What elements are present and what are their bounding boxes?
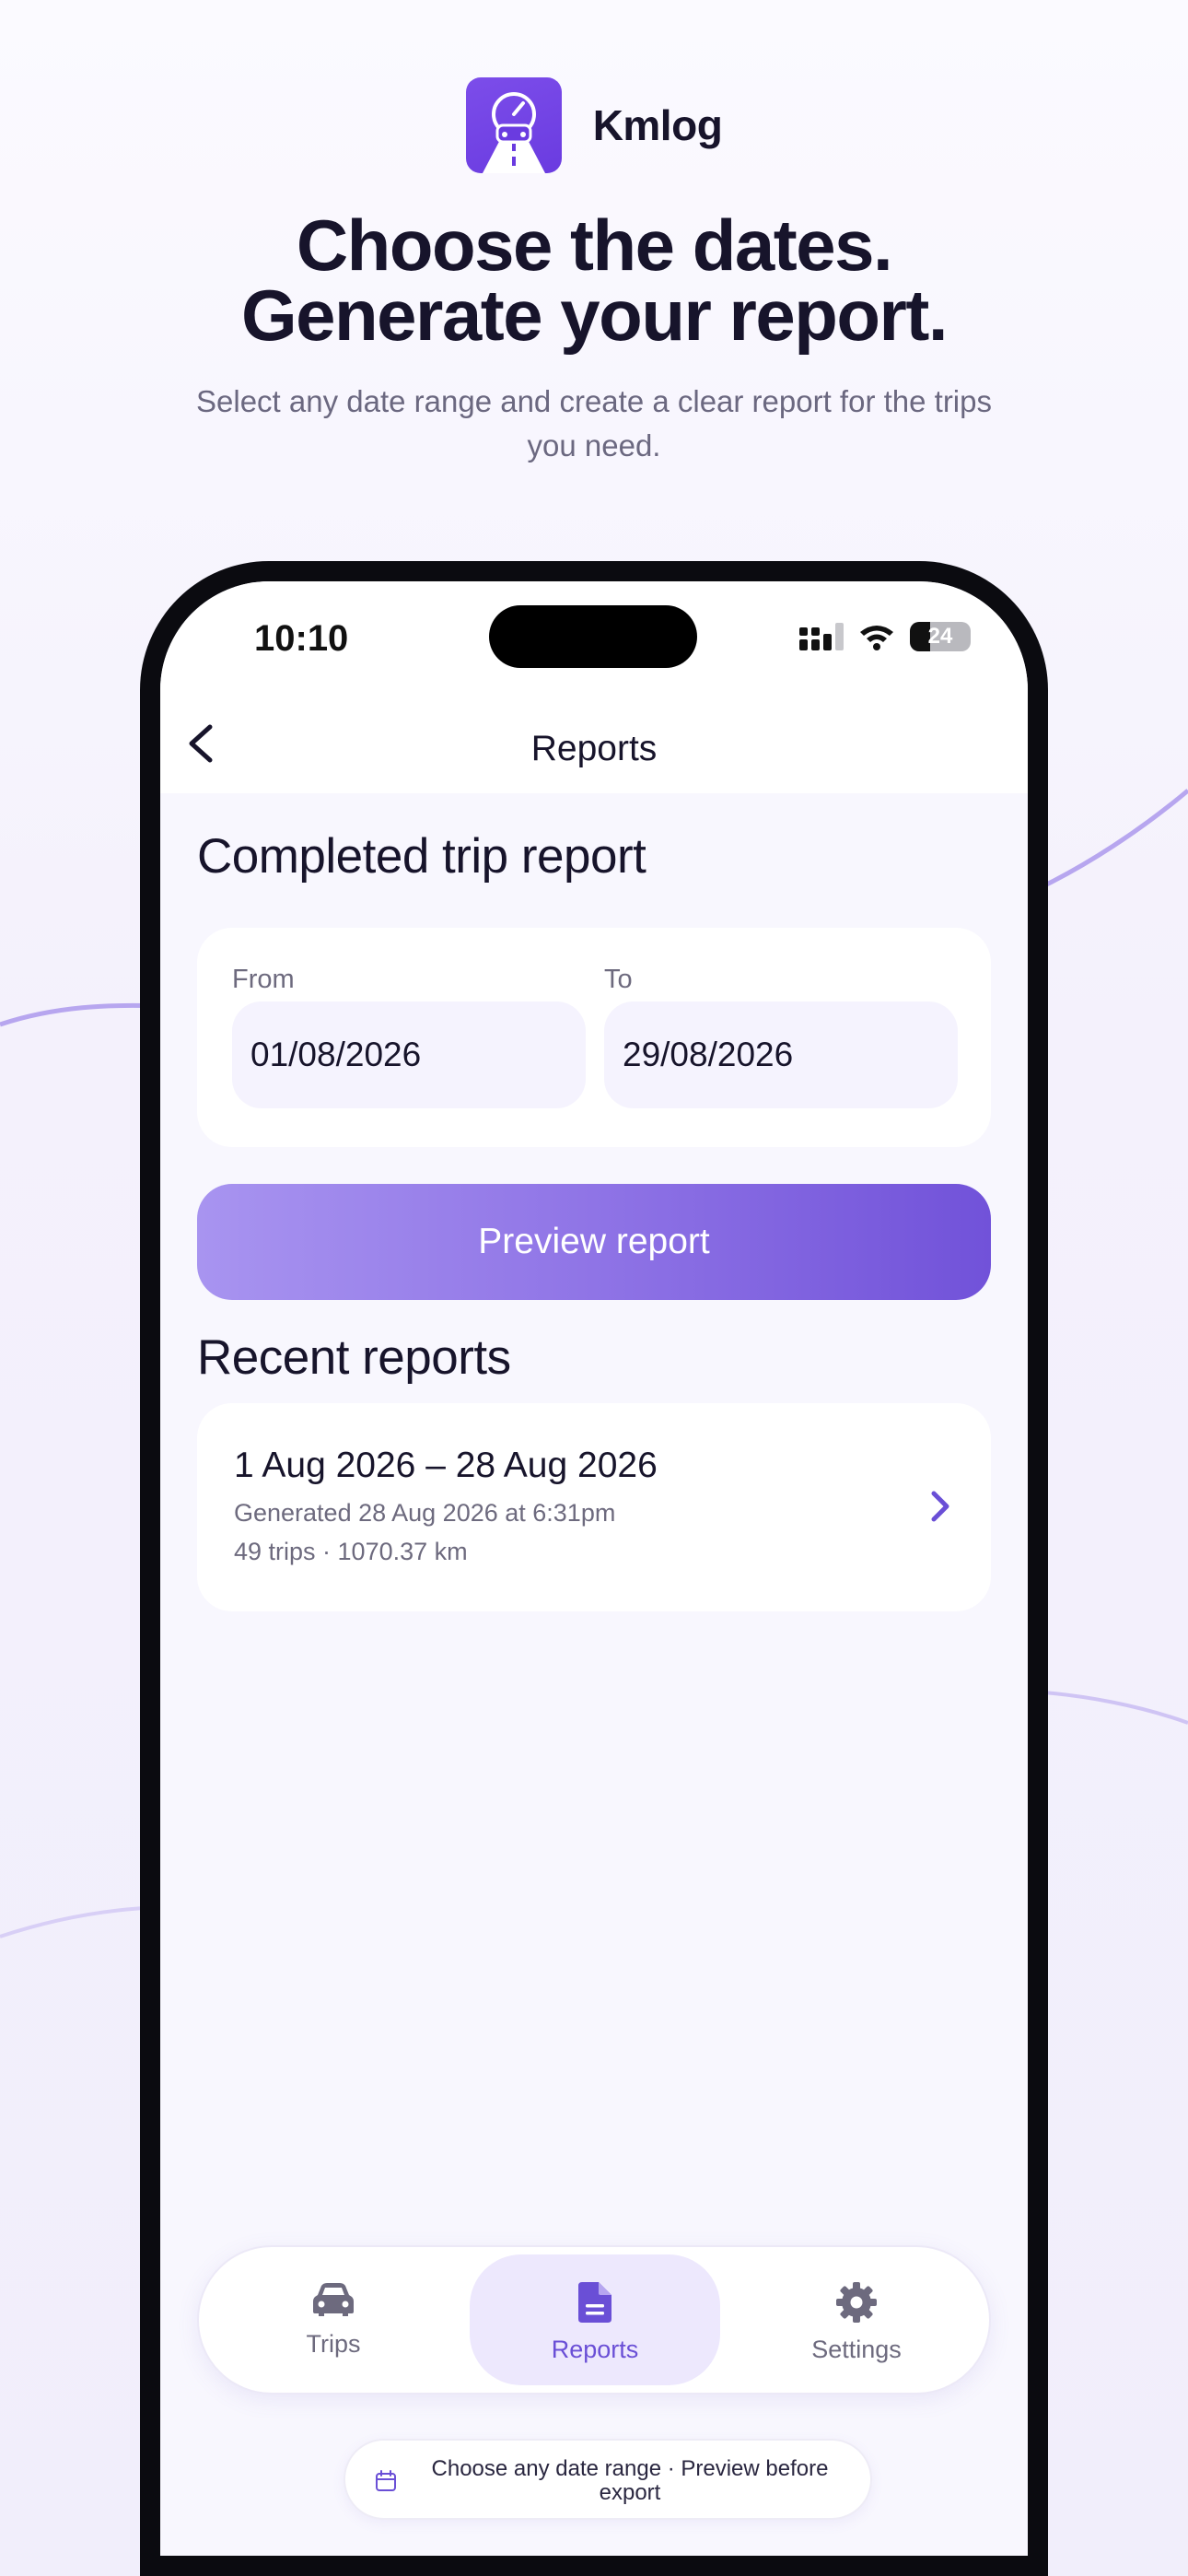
report-date-range: 1 Aug 2026 – 28 Aug 2026 (234, 1446, 658, 1485)
recent-report-item[interactable]: 1 Aug 2026 – 28 Aug 2026 Generated 28 Au… (197, 1403, 991, 1611)
headline-line-1: Choose the dates. (296, 205, 893, 286)
cellular-signal-icon (799, 623, 844, 650)
tab-bar: Trips Reports Settings (197, 2245, 991, 2395)
app-logo-icon (465, 77, 562, 173)
wifi-icon (860, 626, 893, 650)
marketing-headline: Choose the dates. Generate your report. (0, 205, 1188, 356)
calendar-icon (376, 2470, 396, 2491)
chevron-right-icon (931, 1491, 949, 1522)
hint-pill: Choose any date range · Preview before e… (344, 2439, 872, 2520)
dynamic-island (489, 605, 697, 668)
to-label: To (604, 965, 633, 994)
from-date-field[interactable]: 01/08/2026 (232, 1001, 586, 1108)
to-date-field[interactable]: 29/08/2026 (604, 1001, 958, 1108)
car-icon (313, 2283, 354, 2316)
tab-reports-label: Reports (551, 2336, 639, 2363)
status-time: 10:10 (254, 618, 349, 659)
completed-report-title: Completed trip report (197, 829, 646, 884)
report-generated: Generated 28 Aug 2026 at 6:31pm (234, 1499, 616, 1527)
phone-frame: 10:10 24 Reports Completed trip report F… (140, 561, 1048, 2576)
document-icon (578, 2282, 611, 2323)
brand-header: Kmlog (0, 77, 1188, 173)
phone-screen: 10:10 24 Reports Completed trip report F… (160, 581, 1028, 2556)
hint-text: Choose any date range · Preview before e… (431, 2456, 829, 2505)
status-icons: 24 (799, 622, 971, 651)
headline-line-2: Generate your report. (240, 275, 949, 356)
battery-icon: 24 (910, 622, 971, 651)
tab-trips[interactable]: Trips (208, 2254, 459, 2385)
battery-level: 24 (927, 624, 953, 649)
preview-report-button[interactable]: Preview report (197, 1184, 991, 1300)
tab-settings-label: Settings (811, 2336, 902, 2363)
nav-bar: Reports (160, 692, 1028, 793)
status-bar: 10:10 24 (160, 581, 1028, 692)
marketing-subheadline: Select any date range and create a clear… (196, 384, 992, 463)
recent-reports-title: Recent reports (197, 1330, 511, 1385)
nav-title: Reports (530, 729, 658, 768)
from-label: From (232, 965, 295, 994)
tab-settings[interactable]: Settings (731, 2254, 982, 2385)
date-range-card: From 01/08/2026 To 29/08/2026 (197, 928, 991, 1147)
gear-icon (836, 2282, 877, 2323)
tab-trips-label: Trips (306, 2330, 361, 2358)
report-summary: 49 trips · 1070.37 km (234, 1538, 468, 1565)
tab-reports[interactable]: Reports (470, 2254, 720, 2385)
app-name: Kmlog (592, 101, 723, 149)
